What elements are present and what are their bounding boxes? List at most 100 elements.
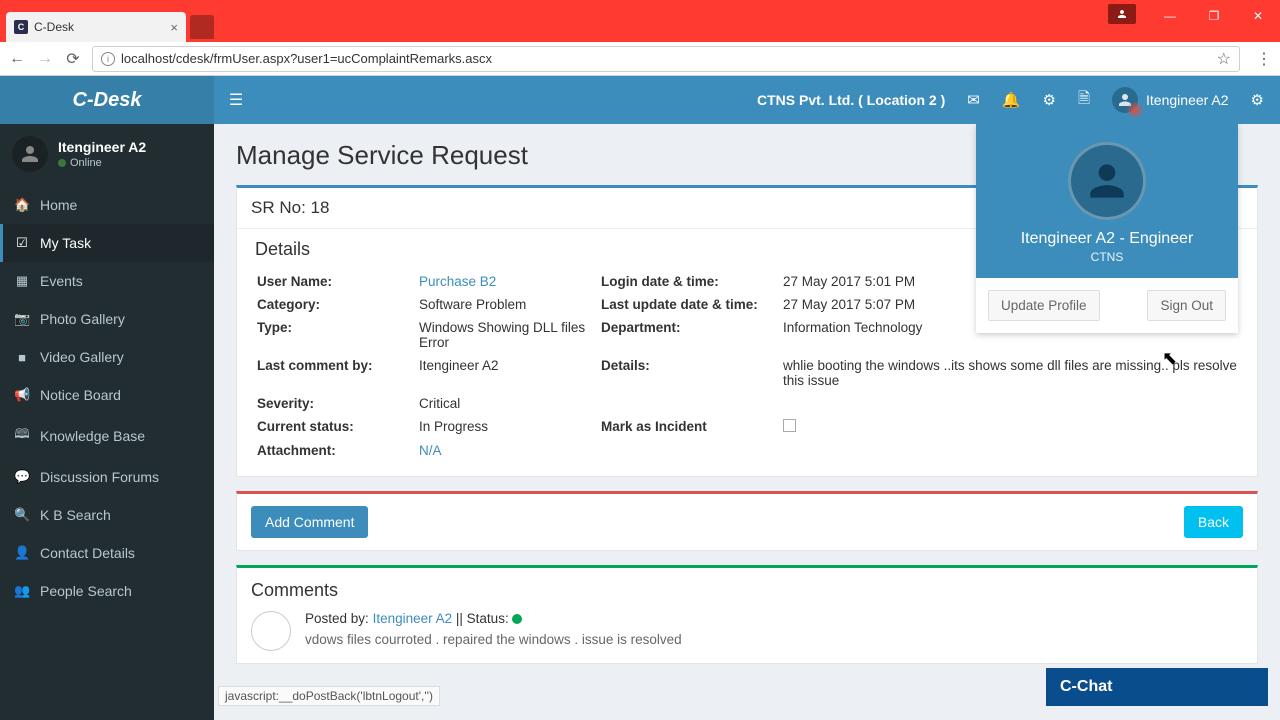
browser-menu-icon[interactable]: ⋮ [1256,49,1272,69]
url-text: localhost/cdesk/frmUser.aspx?user1=ucCom… [121,51,492,66]
menu-icon: ☑ [14,235,30,251]
sidebar-item-label: Discussion Forums [40,469,159,485]
new-tab-button[interactable] [190,15,214,39]
address-bar: ← → ⟳ i localhost/cdesk/frmUser.aspx?use… [0,42,1280,76]
menu-icon: 📷 [14,311,30,327]
menu-icon: 📢 [14,387,30,403]
val-category: Software Problem [419,297,589,312]
action-bar: Add Comment Back [236,491,1258,551]
status-sep: || Status: [456,611,513,626]
dropdown-avatar-icon [1068,142,1146,220]
bookmark-star-icon[interactable]: ☆ [1217,49,1231,69]
val-lastcomment: Itengineer A2 [419,358,589,388]
browser-tab[interactable]: C C-Desk × [6,12,186,42]
lbl-status: Current status: [257,419,407,435]
header-username: Itengineer A2 [1146,92,1229,108]
minimize-icon[interactable]: — [1148,4,1192,28]
sidebar: Itengineer A2 Online 🏠 Home ☑ My Task ▦Event… [0,124,214,720]
sidebar-item-photo-gallery[interactable]: 📷 Photo Gallery [0,300,214,338]
forward-icon[interactable]: → [36,50,54,68]
app-header: C-Desk ☰ CTNS Pvt. Ltd. ( Location 2 ) ✉… [0,76,1280,124]
sidebar-item-video-gallery[interactable]: ■ Video Gallery [0,338,214,376]
val-attach[interactable]: N/A [419,443,589,458]
comment-avatar-icon [251,611,291,651]
sidebar-user: Itengineer A2 Online [0,124,214,182]
update-profile-button[interactable]: Update Profile [988,290,1100,321]
sidebar-item-label: My Task [40,235,91,251]
sidebar-item-label: Events [40,273,83,289]
document-icon[interactable]: 🗎 [1078,88,1090,113]
sidebar-item-events[interactable]: ▦Events [0,262,214,300]
sidebar-item-label: Video Gallery [40,349,124,365]
sidebar-item-label: Knowledge Base [40,428,145,444]
val-details: whlie booting the windows ..its shows so… [783,358,1237,388]
user-dropdown: Itengineer A2 - Engineer CTNS Update Pro… [976,124,1238,333]
sidebar-item-label: Notice Board [40,387,121,403]
val-severity: Critical [419,396,589,411]
dropdown-username: Itengineer A2 - Engineer [986,230,1228,248]
lbl-attach: Attachment: [257,443,407,458]
site-info-icon[interactable]: i [101,52,115,66]
org-name: CTNS Pvt. Ltd. ( Location 2 ) [757,92,945,108]
sign-out-button[interactable]: Sign Out [1147,290,1226,321]
sidebar-item-my-task[interactable]: ☑ My Task [0,224,214,262]
gear-icon[interactable]: ⚙ [1043,91,1056,109]
app-logo[interactable]: C-Desk [0,76,214,124]
menu-icon: 🕮 [14,425,30,447]
status-dot-icon [512,614,522,624]
lbl-lastcomment: Last comment by: [257,358,407,388]
val-type: Windows Showing DLL files Error [419,320,589,350]
menu-icon: 👤 [14,545,30,561]
favicon-icon: C [14,20,28,34]
sidebar-item-home[interactable]: 🏠 Home [0,186,214,224]
hamburger-icon[interactable]: ☰ [214,90,258,110]
lbl-severity: Severity: [257,396,407,411]
menu-icon: 🏠 [14,197,30,213]
tab-title: C-Desk [34,20,74,34]
user-menu-toggle[interactable]: Itengineer A2 [1112,87,1229,113]
close-window-icon[interactable]: ✕ [1236,4,1280,28]
sidebar-item-label: Photo Gallery [40,311,125,327]
comment-text: vdows files courroted . repaired the win… [305,632,682,647]
lbl-type: Type: [257,320,407,350]
avatar-icon [1112,87,1138,113]
comments-header: Comments [251,580,1243,601]
val-username[interactable]: Purchase B2 [419,274,589,289]
reload-icon[interactable]: ⟳ [64,49,82,69]
lbl-login: Login date & time: [601,274,771,289]
chrome-user-icon[interactable] [1108,4,1136,24]
content-area: Manage Service Request SR No: 18 Details… [214,124,1280,720]
sidebar-item-k-b-search[interactable]: 🔍 K B Search [0,496,214,534]
add-comment-button[interactable]: Add Comment [251,506,368,538]
menu-icon: ■ [14,350,30,365]
url-input[interactable]: i localhost/cdesk/frmUser.aspx?user1=ucC… [92,46,1240,72]
sidebar-item-label: Home [40,197,77,213]
menu-icon: 👥 [14,583,30,599]
sidebar-avatar-icon [12,136,48,172]
lbl-category: Category: [257,297,407,312]
lbl-details: Details: [601,358,771,388]
sidebar-item-discussion-forums[interactable]: 💬Discussion Forums [0,458,214,496]
lbl-dept: Department: [601,320,771,350]
lbl-username: User Name: [257,274,407,289]
bell-icon[interactable]: 🔔 [1002,91,1021,109]
sidebar-item-people-search[interactable]: 👥People Search [0,572,214,610]
maximize-icon[interactable]: ❐ [1192,4,1236,28]
sidebar-item-label: K B Search [40,507,111,523]
sidebar-item-knowledge-base[interactable]: 🕮 Knowledge Base [0,414,214,458]
sidebar-item-contact-details[interactable]: 👤Contact Details [0,534,214,572]
chat-bar[interactable]: C-Chat [1046,668,1268,706]
close-tab-icon[interactable]: × [170,20,178,35]
sidebar-username: Itengineer A2 [58,139,146,155]
incident-checkbox[interactable] [783,419,796,432]
mail-icon[interactable]: ✉ [967,91,980,109]
lbl-update: Last update date & time: [601,297,771,312]
back-button[interactable]: Back [1184,506,1243,538]
dropdown-org: CTNS [986,250,1228,264]
posted-by-user[interactable]: Itengineer A2 [373,611,453,626]
sidebar-item-notice-board[interactable]: 📢 Notice Board [0,376,214,414]
back-icon[interactable]: ← [8,50,26,68]
settings-gear-icon[interactable]: ⚙ [1251,91,1264,109]
menu-icon: 🔍 [14,507,30,523]
status-bar-text: javascript:__doPostBack('lbtnLogout','') [218,686,440,706]
